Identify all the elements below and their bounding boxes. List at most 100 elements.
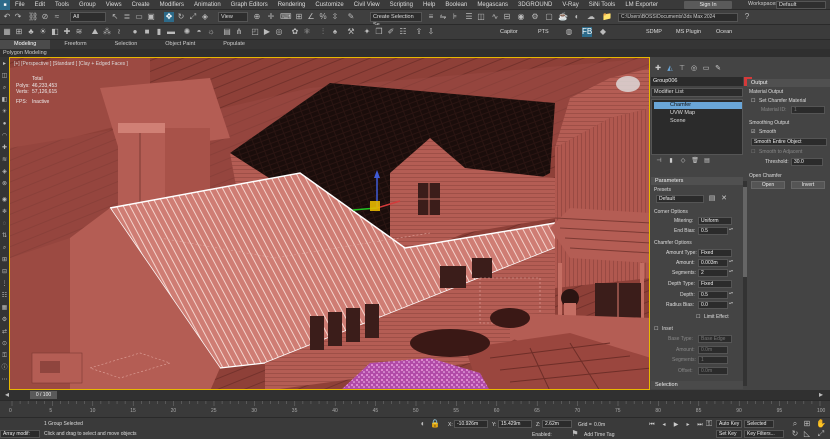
edit-named-selection-icon[interactable]: ✎	[346, 12, 356, 22]
maximize-viewport-icon[interactable]: ⤢	[816, 429, 826, 439]
percent-snap-icon[interactable]: %	[318, 12, 328, 22]
presets-delete-icon[interactable]: ✕	[720, 195, 728, 203]
presets-save-icon[interactable]: ▤	[708, 195, 716, 203]
field-of-view-icon[interactable]: ◺	[802, 429, 812, 439]
menu-rendering[interactable]: Rendering	[273, 2, 311, 8]
show-end-result-icon[interactable]: ▮	[667, 157, 675, 165]
helper-icon[interactable]: ✚	[62, 27, 72, 37]
bind-space-warp-icon[interactable]: ≈	[52, 12, 62, 22]
hide-icon[interactable]: ◌	[1, 221, 8, 228]
geometry-list-icon[interactable]: ●	[1, 121, 8, 128]
camera-list-icon[interactable]: ◧	[1, 97, 8, 104]
sync-icon[interactable]: ⇄	[1, 329, 8, 336]
viewport-label[interactable]: [+] [Perspective ] [Standard ] [Clay + E…	[14, 61, 128, 67]
menu-group[interactable]: Group	[74, 2, 101, 8]
go-to-start-icon[interactable]: ⏮	[648, 421, 656, 429]
color-wheel-icon[interactable]: ✿	[290, 27, 300, 37]
angle-snap-icon[interactable]: ∠	[306, 12, 316, 22]
scatter-icon[interactable]: ⁂	[102, 27, 112, 37]
pin-stack-icon[interactable]: ⊣	[655, 157, 663, 165]
smooth-to-adjacent-checkbox[interactable]: ☐	[751, 149, 755, 155]
vray-render-icon[interactable]: ▶	[262, 27, 272, 37]
containers-icon[interactable]: ▦	[1, 305, 8, 312]
filter-icon[interactable]: ⌕	[1, 85, 8, 92]
x-coordinate-field[interactable]: -10.926m	[454, 420, 488, 428]
menu-tools[interactable]: Tools	[50, 2, 74, 8]
modifier-list-dropdown[interactable]: Modifier List	[651, 88, 743, 97]
menu-scripting[interactable]: Scripting	[385, 2, 418, 8]
utilities-tab-icon[interactable]: ✎	[714, 65, 722, 73]
previous-frame-icon[interactable]: ◂	[660, 421, 668, 429]
go-to-end-icon[interactable]: ⏭	[696, 421, 704, 429]
time-slider[interactable]: 0 / 100	[30, 391, 57, 399]
menu-3dground[interactable]: 3DGROUND	[513, 2, 557, 8]
forest-pack-icon[interactable]: ♠	[330, 27, 340, 37]
display-all-icon[interactable]: ◉	[1, 197, 8, 204]
segments-field[interactable]: 2	[698, 269, 728, 277]
limit-effect-checkbox[interactable]: ☐	[696, 314, 700, 320]
help-icon[interactable]: ?	[742, 12, 752, 22]
settings-icon[interactable]: ⚙	[1, 317, 8, 324]
rail-clone-icon[interactable]: ⫶	[318, 27, 328, 37]
depth-spinner[interactable]: ▴▾	[729, 291, 733, 299]
camera-icon[interactable]: ◧	[50, 27, 60, 37]
segments-spinner[interactable]: ▴▾	[729, 269, 733, 277]
keyboard-shortcut-icon[interactable]: ⌨	[280, 12, 292, 22]
move-icon[interactable]: ✥	[164, 12, 174, 22]
more-icon[interactable]: ⋯	[1, 377, 8, 384]
lights-list-icon[interactable]: ☀	[1, 109, 8, 116]
find-icon[interactable]: ⌕	[1, 245, 8, 252]
output-rollout[interactable]: Output	[747, 79, 830, 87]
import-icon[interactable]: ⇩	[426, 27, 436, 37]
folder-icon[interactable]: 📁	[602, 12, 612, 22]
ribbon-panel-label[interactable]: Polygon Modeling	[0, 49, 830, 57]
auto-key-button[interactable]: Auto Key	[716, 420, 742, 428]
menu-edit[interactable]: Edit	[30, 2, 50, 8]
fb-plugin-icon[interactable]: FB	[582, 27, 592, 37]
scene-explorer-icon[interactable]: ☰	[464, 12, 474, 22]
ms-plugin-label[interactable]: MS Plugin	[676, 29, 701, 35]
play-icon[interactable]: ▶	[672, 421, 680, 429]
radius-bias-spinner[interactable]: ▴▾	[729, 301, 733, 309]
curve-editor-icon[interactable]: ∿	[490, 12, 500, 22]
render-iterative-icon[interactable]: ◐	[572, 12, 582, 22]
pin-icon[interactable]: ⊙	[1, 341, 8, 348]
spinner-snap-icon[interactable]: ⇳	[330, 12, 340, 22]
render-setup-icon[interactable]: ⚙	[530, 12, 540, 22]
warps-list-icon[interactable]: ≋	[1, 157, 8, 164]
expand-icon[interactable]: ⊞	[1, 257, 8, 264]
threshold-field[interactable]: 30.0	[791, 158, 823, 166]
isolate-icon[interactable]: ◐	[418, 419, 428, 429]
undo-icon[interactable]: ↶	[2, 12, 12, 22]
depth-field[interactable]: 0.5	[698, 291, 728, 299]
menu-sini-tools[interactable]: SiNi Tools	[584, 2, 621, 8]
invert-button[interactable]: Invert	[791, 181, 825, 189]
amount-spinner[interactable]: ▴▾	[729, 259, 733, 267]
create-selection-set-dropdown[interactable]: Create Selection Se	[370, 12, 422, 28]
tree-icon[interactable]: ♣	[26, 27, 36, 37]
unlink-icon[interactable]: ⊘	[40, 12, 50, 22]
vray-sun-icon[interactable]: ☼	[206, 27, 216, 37]
scrollbar-thumb[interactable]	[743, 187, 747, 277]
inset-offset-field[interactable]: 0.0m	[698, 367, 728, 375]
export-icon[interactable]: ⇪	[414, 27, 424, 37]
menu-lm-exporter[interactable]: LM Exporter	[620, 2, 663, 8]
inset-amount-field[interactable]: 0.0m	[698, 346, 728, 354]
selection-filter-dropdown[interactable]: All	[70, 12, 106, 22]
next-frame-icon[interactable]: ▸	[684, 421, 692, 429]
plugin-icon[interactable]: ◆	[598, 27, 608, 37]
vray-dome-icon[interactable]: ◓	[194, 27, 204, 37]
collapse-icon[interactable]: ⊟	[1, 269, 8, 276]
layers-toggle-icon[interactable]: ☷	[1, 293, 8, 300]
menu-modifiers[interactable]: Modifiers	[155, 2, 189, 8]
inset-checkbox[interactable]: ☐	[654, 326, 658, 332]
depth-type-dropdown[interactable]: Fixed	[698, 280, 732, 288]
stack-item-uvw-map[interactable]: UVW Map	[654, 110, 742, 117]
cylinder-icon[interactable]: ▮	[154, 27, 164, 37]
container-icon[interactable]: ▦	[2, 27, 12, 37]
stack-item-chamfer[interactable]: Chamfer	[654, 102, 742, 109]
a360-icon[interactable]: ☁	[586, 12, 596, 22]
modify-tab-icon[interactable]: ◭	[666, 65, 674, 73]
create-tab-icon[interactable]: ✚	[654, 65, 662, 73]
vray-proxy-icon[interactable]: ▤	[222, 27, 232, 37]
